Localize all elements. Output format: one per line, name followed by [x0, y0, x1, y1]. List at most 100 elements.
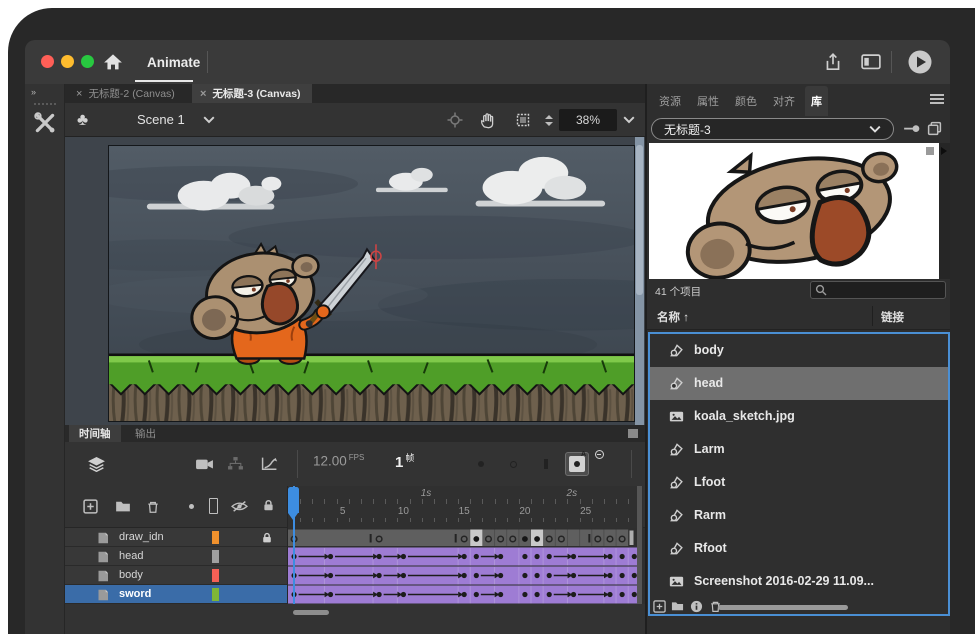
new-symbol-button[interactable] — [653, 600, 666, 613]
auto-keyframe-button[interactable]: A — [565, 452, 589, 476]
frame-row-draw_idn[interactable] — [288, 528, 641, 547]
new-library-panel-icon[interactable] — [927, 121, 942, 136]
scene-name[interactable]: Scene 1 — [137, 112, 185, 127]
timeline-vertical-scrollbar[interactable] — [637, 486, 642, 604]
test-movie-play-icon[interactable] — [907, 49, 933, 75]
list-item[interactable]: Rfoot — [650, 532, 948, 565]
close-tab-icon[interactable]: × — [76, 88, 82, 100]
frame-row-sword[interactable] — [288, 585, 641, 604]
list-item[interactable]: Lfoot — [650, 466, 948, 499]
frame-row-head[interactable] — [288, 547, 641, 566]
ruler-tick — [312, 499, 313, 504]
layer-color-swatch[interactable] — [212, 550, 219, 563]
tab-properties[interactable]: 属性 — [691, 86, 725, 116]
list-item[interactable]: Rarm — [650, 499, 948, 532]
doc-tab-untitled-2[interactable]: × 无标题-2 (Canvas) — [68, 84, 188, 103]
scene-chevron-down-icon[interactable] — [203, 115, 215, 125]
lock-layers-icon[interactable] — [262, 498, 275, 513]
ruler-tick — [300, 518, 301, 522]
delete-layer-trash-icon[interactable] — [146, 499, 160, 514]
stage-canvas[interactable] — [108, 145, 635, 422]
rail-grip[interactable] — [34, 103, 56, 105]
clip-content-icon[interactable] — [515, 112, 531, 128]
library-list[interactable]: bodyheadkoala_sketch.jpg Larm LfootRarmRfo… — [648, 332, 950, 616]
hide-layers-eye-slash-icon[interactable] — [231, 500, 248, 513]
layer-row-head[interactable]: head — [65, 547, 287, 566]
tab-assets[interactable]: 资源 — [653, 86, 687, 116]
panel-menu-icon[interactable] — [930, 94, 944, 106]
zoom-chevron-down-icon[interactable] — [623, 115, 635, 125]
outline-view-icon[interactable] — [209, 498, 218, 514]
layers-stack-icon[interactable] — [87, 455, 106, 473]
list-item[interactable]: Larm — [650, 433, 948, 466]
pin-library-icon[interactable] — [903, 123, 921, 134]
layer-row-sword[interactable]: sword — [65, 585, 287, 604]
zoom-stepper[interactable] — [543, 109, 555, 131]
fps-display[interactable]: 12.00FPS — [313, 453, 364, 469]
library-horizontal-scrollbar[interactable] — [718, 605, 848, 610]
column-linkage-header[interactable]: 链接 — [881, 309, 904, 325]
center-stage-crosshair-icon[interactable] — [447, 112, 463, 128]
publish-share-icon[interactable] — [823, 52, 843, 72]
camera-icon[interactable] — [195, 457, 214, 471]
tab-align[interactable]: 对齐 — [767, 86, 801, 116]
layer-row-draw_idn[interactable]: draw_idn — [65, 528, 287, 547]
parenting-view-icon[interactable] — [227, 456, 244, 471]
frame-row-body[interactable] — [288, 566, 641, 585]
close-window-button[interactable] — [41, 55, 54, 68]
list-item[interactable]: koala_sketch.jpg — [650, 400, 948, 433]
edit-toolbar-wrench-icon[interactable] — [32, 110, 58, 136]
maximize-window-button[interactable] — [81, 55, 94, 68]
stage-vertical-scrollbar[interactable] — [635, 137, 644, 425]
hand-tool-icon[interactable] — [479, 112, 496, 129]
list-item[interactable]: head — [650, 367, 948, 400]
timeline-ruler[interactable]: 1s2s510152025 — [287, 486, 643, 528]
ruler-tick — [434, 518, 435, 522]
tab-output[interactable]: 输出 — [125, 425, 166, 442]
layer-color-swatch[interactable] — [212, 588, 219, 601]
search-icon — [815, 284, 827, 296]
list-item[interactable]: Screenshot 2016-02-29 11.09... — [650, 565, 948, 598]
layer-page-icon — [96, 550, 110, 564]
zoom-level-field[interactable]: 38% — [559, 109, 617, 131]
preview-resize-icon[interactable] — [926, 147, 934, 155]
highlight-layers-dot-icon[interactable] — [189, 504, 194, 509]
column-divider[interactable] — [872, 306, 873, 326]
preview-scroll-arrow-icon[interactable] — [941, 147, 947, 155]
current-frame-display[interactable]: 1帧 — [395, 451, 414, 471]
frame-graph-icon[interactable] — [261, 456, 278, 471]
list-item[interactable]: body — [650, 334, 948, 367]
column-name-header[interactable]: 名称 ↑ — [657, 309, 689, 325]
close-tab-icon[interactable]: × — [200, 88, 206, 100]
home-icon[interactable] — [103, 53, 123, 71]
tab-colors[interactable]: 颜色 — [729, 86, 763, 116]
list-item-label: Larm — [694, 442, 725, 456]
layer-lock-icon[interactable] — [261, 531, 273, 544]
new-layer-icon[interactable] — [83, 499, 98, 514]
tab-library[interactable]: 库 — [805, 86, 828, 116]
tab-animate[interactable]: Animate — [133, 40, 214, 84]
playhead-marker[interactable] — [288, 487, 299, 513]
library-item-preview[interactable] — [649, 143, 939, 279]
new-folder-icon[interactable] — [115, 500, 131, 513]
library-document-select[interactable]: 无标题-3 — [651, 118, 894, 140]
item-properties-info-icon[interactable] — [690, 600, 703, 613]
doc-tab-untitled-3[interactable]: × 无标题-3 (Canvas) — [192, 84, 312, 103]
layer-color-swatch[interactable] — [212, 569, 219, 582]
stage-pasteboard[interactable] — [65, 137, 645, 425]
symbol-club-icon[interactable]: ♣ — [77, 110, 88, 130]
current-frame-value: 1 — [395, 454, 403, 471]
preview-scrollbar[interactable] — [939, 143, 950, 279]
frame-grid[interactable] — [287, 528, 645, 604]
ruler-tick — [567, 518, 568, 522]
rail-overflow-chevrons[interactable]: » — [31, 87, 37, 97]
workspace-layout-icon[interactable] — [861, 54, 881, 70]
timeline-horizontal-scrollbar[interactable] — [293, 610, 329, 615]
minimize-window-button[interactable] — [61, 55, 74, 68]
panel-resize-icon[interactable] — [628, 429, 638, 438]
new-folder-button[interactable] — [671, 600, 684, 613]
layer-row-body[interactable]: body — [65, 566, 287, 585]
tab-timeline[interactable]: 时间轴 — [69, 425, 121, 442]
layer-color-swatch[interactable] — [212, 531, 219, 544]
library-search-input[interactable] — [810, 281, 946, 299]
